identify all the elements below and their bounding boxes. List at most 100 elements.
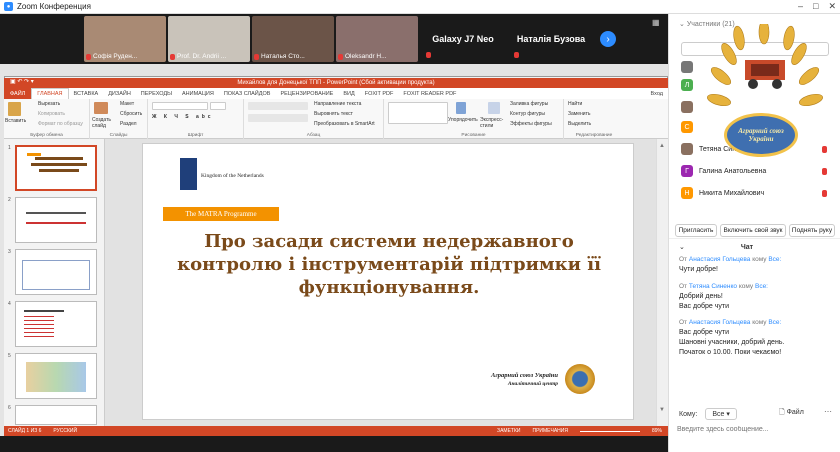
recipient-select[interactable]: Все ▾ bbox=[705, 408, 737, 420]
video-tile[interactable]: Prof. Dr. Andrii ... bbox=[168, 16, 250, 62]
mic-muted-icon[interactable] bbox=[822, 145, 827, 153]
video-tile[interactable]: Софія Руден... bbox=[84, 16, 166, 62]
slide-thumbnail[interactable] bbox=[15, 405, 97, 425]
notes-button[interactable]: ЗАМЕТКИ bbox=[497, 428, 520, 434]
smartart-button[interactable]: Преобразовать в SmartArt bbox=[314, 121, 375, 127]
font-size-select[interactable] bbox=[210, 102, 226, 110]
tab-view[interactable]: ВИД bbox=[338, 91, 359, 97]
font-group: Ж К Ч S abc Шрифт bbox=[148, 99, 244, 139]
replace-button[interactable]: Заменить bbox=[568, 111, 590, 117]
align-buttons[interactable] bbox=[248, 114, 308, 122]
recipient: Все: bbox=[768, 319, 782, 326]
mic-muted-icon bbox=[514, 52, 519, 58]
slide-thumbnail[interactable] bbox=[15, 301, 97, 347]
font-format-buttons[interactable]: Ж К Ч S abc bbox=[152, 114, 214, 120]
tab-animation[interactable]: АНИМАЦИЯ bbox=[177, 91, 219, 97]
slide-thumbnail[interactable] bbox=[15, 249, 97, 295]
align-text-button[interactable]: Выровнять текст bbox=[314, 111, 353, 117]
thumb-number: 2 bbox=[8, 197, 11, 203]
current-slide[interactable]: Kingdom of the Netherlands The MATRA Pro… bbox=[142, 143, 634, 420]
comments-button[interactable]: ПРИМЕЧАНИЯ bbox=[532, 428, 568, 434]
mic-muted-icon bbox=[426, 52, 431, 58]
select-button[interactable]: Выделить bbox=[568, 121, 591, 127]
reset-button[interactable]: Сбросить bbox=[120, 111, 142, 117]
cut-button[interactable]: Вырезать bbox=[38, 101, 60, 107]
shapes-gallery[interactable] bbox=[388, 102, 448, 124]
chat-message: От Анастасия Гольцева кому Все: Чути доб… bbox=[679, 255, 834, 275]
message-text: Початок о 10.00. Поки чекаємо! bbox=[679, 349, 782, 356]
list-buttons[interactable] bbox=[248, 102, 308, 110]
raise-hand-button[interactable]: Поднять руку bbox=[789, 224, 835, 237]
quick-access-toolbar[interactable]: ▣ ↶ ↷ ▾ bbox=[10, 78, 34, 85]
from-label: От bbox=[679, 319, 688, 326]
sender-name[interactable]: Тетяна Синенко bbox=[689, 283, 737, 290]
copy-button[interactable]: Копировать bbox=[38, 111, 65, 117]
slide-thumbnail[interactable] bbox=[15, 353, 97, 399]
text-direction-button[interactable]: Направление текста bbox=[314, 101, 361, 107]
quick-styles-button[interactable]: Экспресс-стили bbox=[480, 117, 508, 129]
tab-design[interactable]: ДИЗАЙН bbox=[103, 91, 136, 97]
sender-name[interactable]: Анастасия Гольцева bbox=[689, 319, 751, 326]
zoom-level[interactable]: 89% bbox=[652, 428, 662, 434]
section-button[interactable]: Раздел bbox=[120, 121, 137, 127]
slide-thumbnail[interactable] bbox=[15, 197, 97, 243]
tab-review[interactable]: РЕЦЕНЗИРОВАНИЕ bbox=[275, 91, 338, 97]
slide-scrollbar[interactable]: ▲ ▼ bbox=[656, 139, 668, 426]
tab-file[interactable]: ФАЙЛ bbox=[4, 88, 32, 99]
participant-name: Наталья Сто... bbox=[261, 53, 305, 60]
gallery-view-icon[interactable]: ▦ bbox=[652, 18, 662, 27]
tab-foxit-reader[interactable]: FOXIT READER PDF bbox=[398, 91, 461, 97]
mic-muted-icon[interactable] bbox=[822, 167, 827, 175]
to-label: кому bbox=[752, 319, 767, 326]
window-title: Zoom Конференция bbox=[17, 2, 91, 11]
video-tile[interactable]: Galaxy J7 Neo bbox=[420, 16, 506, 62]
shape-fill-button[interactable]: Заливка фигуры bbox=[510, 101, 548, 107]
invite-button[interactable]: Пригласить bbox=[675, 224, 717, 237]
chat-recipient-row: Кому: Все ▾ bbox=[679, 408, 737, 420]
tab-foxit-pdf[interactable]: FOXIT PDF bbox=[360, 91, 399, 97]
language-indicator[interactable]: РУССКИЙ bbox=[53, 428, 77, 434]
login-link[interactable]: Вход bbox=[646, 91, 668, 97]
mic-muted-icon[interactable] bbox=[822, 189, 827, 197]
font-name-select[interactable] bbox=[152, 102, 208, 110]
zoom-title-bar: ● Zoom Конференция – □ ✕ bbox=[0, 0, 840, 14]
avatar: Л bbox=[681, 79, 693, 91]
from-label: От bbox=[679, 256, 688, 263]
chat-header: ⌄ Чат bbox=[669, 238, 840, 251]
video-tile[interactable]: Наталія Бузова bbox=[508, 16, 594, 62]
find-button[interactable]: Найти bbox=[568, 101, 582, 107]
shape-effects-button[interactable]: Эффекты фигуры bbox=[510, 121, 552, 127]
tab-slideshow[interactable]: ПОКАЗ СЛАЙДОВ bbox=[219, 91, 276, 97]
badge-text: Аграрний союз України bbox=[738, 127, 784, 143]
file-button[interactable]: 🗋 Файл bbox=[779, 408, 804, 419]
ribbon: Вставить Вырезать Копировать Формат по о… bbox=[4, 99, 668, 139]
thumb-number: 4 bbox=[8, 301, 11, 307]
close-icon[interactable]: ✕ bbox=[828, 1, 836, 12]
tab-home[interactable]: ГЛАВНАЯ bbox=[31, 88, 69, 99]
tab-insert[interactable]: ВСТАВКА bbox=[69, 91, 104, 97]
new-slide-button[interactable]: Создать слайд bbox=[92, 117, 114, 129]
more-icon[interactable]: ⋯ bbox=[824, 407, 832, 416]
minimize-icon[interactable]: – bbox=[798, 1, 803, 12]
maximize-icon[interactable]: □ bbox=[813, 1, 818, 12]
participant-row[interactable]: Н Никита Михайлович bbox=[669, 184, 840, 202]
ribbon-tabs: ФАЙЛ ГЛАВНАЯ ВСТАВКА ДИЗАЙН ПЕРЕХОДЫ АНИ… bbox=[4, 88, 668, 99]
mic-muted-icon bbox=[86, 53, 91, 60]
video-tile[interactable]: Oleksandr H... bbox=[336, 16, 418, 62]
tab-transitions[interactable]: ПЕРЕХОДЫ bbox=[136, 91, 177, 97]
recipient: Все: bbox=[768, 256, 782, 263]
format-painter-button[interactable]: Формат по образцу bbox=[38, 121, 83, 127]
agrarian-union-badge: Аграрний союз України bbox=[724, 113, 798, 157]
video-tile[interactable]: Наталья Сто... bbox=[252, 16, 334, 62]
sender-name[interactable]: Анастасия Гольцева bbox=[689, 256, 751, 263]
paste-button[interactable]: Вставить bbox=[5, 118, 26, 124]
chat-input[interactable] bbox=[677, 422, 833, 436]
slide-thumbnail[interactable] bbox=[15, 145, 97, 191]
shape-outline-button[interactable]: Контур фигуры bbox=[510, 111, 545, 117]
zoom-slider[interactable] bbox=[579, 430, 640, 432]
layout-button[interactable]: Макет bbox=[120, 101, 134, 107]
arrange-button[interactable]: Упорядочить bbox=[448, 117, 478, 123]
next-page-button[interactable]: › bbox=[600, 31, 616, 47]
participant-row[interactable]: Г Галина Анатольевна bbox=[669, 162, 840, 180]
unmute-button[interactable]: Включить свой звук bbox=[720, 224, 786, 237]
